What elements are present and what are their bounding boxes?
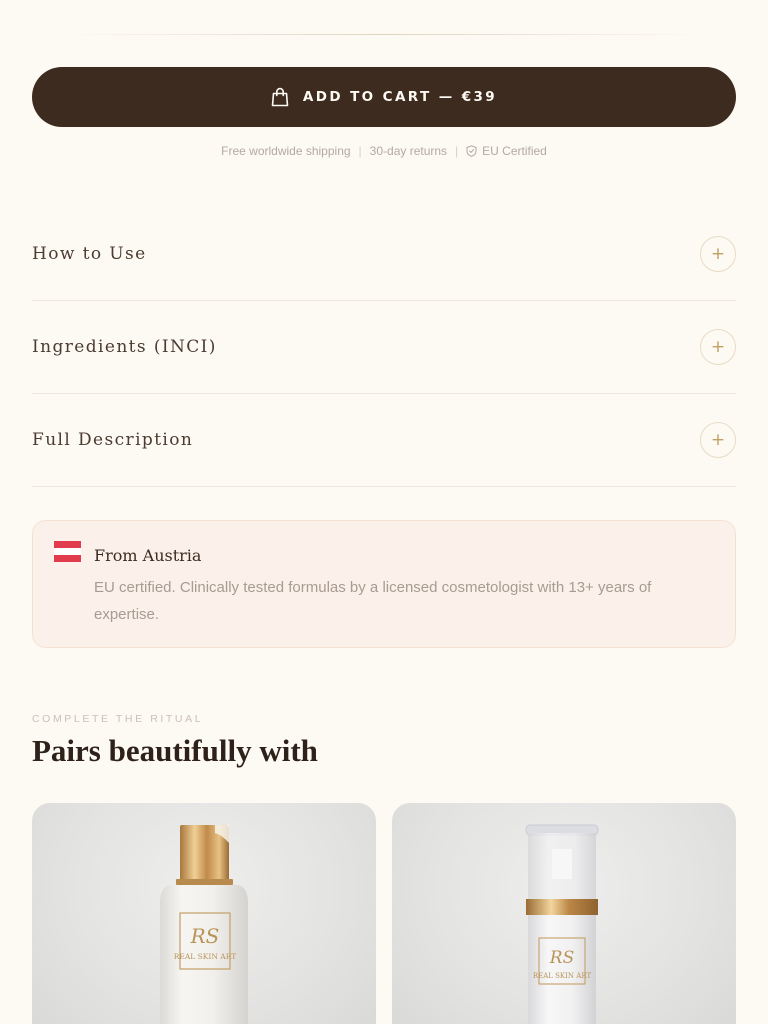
returns-text: 30-day returns: [369, 144, 448, 158]
origin-card: From Austria EU certified. Clinically te…: [32, 520, 736, 648]
add-to-cart-label: ADD TO CART — €39: [302, 89, 498, 105]
trust-badges: Free worldwide shipping | 30-day returns…: [0, 144, 768, 158]
plus-icon[interactable]: +: [700, 236, 736, 272]
product-logo-text: REAL SKIN ART: [174, 952, 237, 961]
accordion-title: Ingredients (INCI): [32, 337, 217, 357]
shopping-bag-icon: [271, 87, 289, 107]
product-card[interactable]: RS REAL SKIN ART: [392, 803, 736, 1024]
svg-text:RS: RS: [549, 948, 574, 968]
accordion-title: Full Description: [32, 430, 194, 450]
airless-pump-bottle-product-image: RS REAL SKIN ART: [525, 824, 599, 1024]
trust-separator: |: [455, 144, 459, 158]
section-title: Pairs beautifully with: [32, 733, 318, 768]
add-to-cart-button[interactable]: ADD TO CART — €39: [32, 67, 736, 127]
origin-title: From Austria: [94, 546, 202, 565]
product-logo-text: REAL SKIN ART: [533, 972, 592, 980]
product-details-accordion: How to Use + Ingredients (INCI) + Full D…: [32, 208, 736, 487]
white-bottle-gold-cap-product-image: RS REAL SKIN ART: [160, 825, 248, 1024]
product-card[interactable]: RS REAL SKIN ART: [32, 803, 376, 1024]
accordion-title: How to Use: [32, 244, 147, 264]
austria-flag-icon: [54, 541, 81, 562]
plus-icon[interactable]: +: [700, 329, 736, 365]
top-divider: [64, 34, 704, 35]
origin-description: EU certified. Clinically tested formulas…: [94, 579, 652, 623]
certified-text: EU Certified: [482, 144, 547, 158]
svg-text:RS: RS: [190, 924, 220, 948]
accordion-ingredients[interactable]: Ingredients (INCI) +: [32, 301, 736, 394]
shipping-text: Free worldwide shipping: [221, 144, 351, 158]
accordion-how-to-use[interactable]: How to Use +: [32, 208, 736, 301]
shield-icon: [466, 145, 477, 157]
accordion-full-description[interactable]: Full Description +: [32, 394, 736, 487]
trust-separator: |: [358, 144, 362, 158]
section-eyebrow: COMPLETE THE RITUAL: [32, 713, 204, 725]
plus-icon[interactable]: +: [700, 422, 736, 458]
